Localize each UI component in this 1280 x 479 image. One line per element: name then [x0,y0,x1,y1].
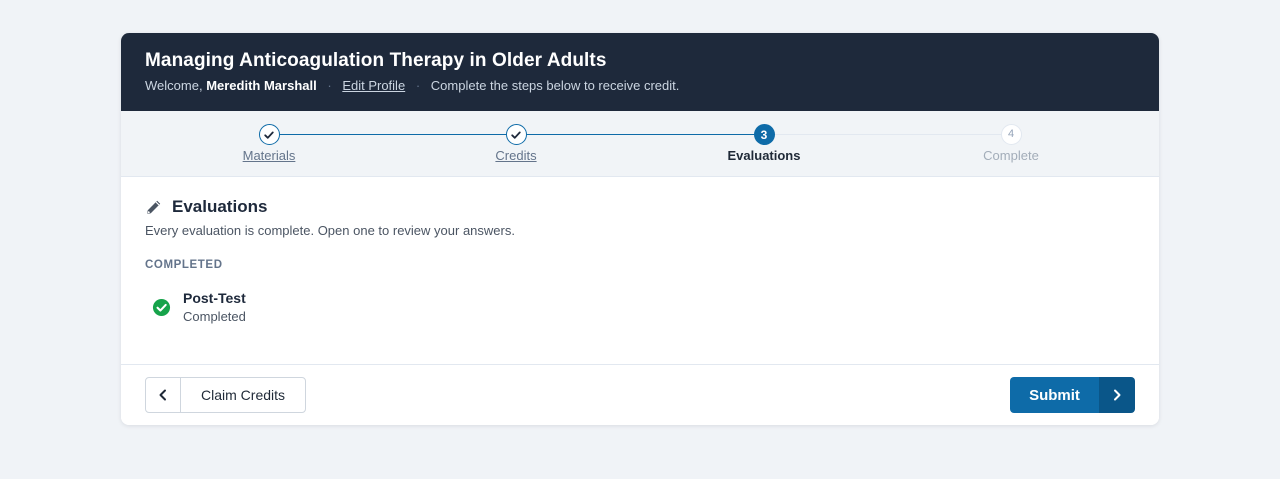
step-number: 3 [753,124,775,145]
header-subline: Welcome, Meredith Marshall · Edit Profil… [145,78,1135,94]
check-icon [505,124,527,145]
progress-stepper: Materials Credits 3 Evaluations 4 Comple… [121,111,1159,177]
separator: · [327,78,332,93]
step-number: 4 [1000,124,1022,145]
pencil-icon [147,200,161,214]
check-icon [258,124,280,145]
submit-button-group: Submit [1010,377,1135,413]
chevron-right-icon [1114,389,1121,401]
course-header: Managing Anticoagulation Therapy in Olde… [121,33,1159,111]
chevron-left-icon [159,389,166,401]
evaluation-item-text: Post-Test Completed [183,289,246,325]
separator: · [415,78,421,93]
back-button-group: Claim Credits [145,377,307,413]
step-label[interactable]: Credits [456,148,576,164]
submit-next-button[interactable] [1099,377,1135,413]
check-circle-icon [152,298,171,322]
welcome-text: Welcome, [145,78,203,93]
claim-credits-button[interactable]: Claim Credits [181,378,305,412]
section-description: Every evaluation is complete. Open one t… [145,223,515,238]
step-label: Evaluations [727,148,801,163]
group-label: COMPLETED [145,259,223,271]
evaluation-item-post-test[interactable]: Post-Test Completed [145,289,345,325]
user-name: Meredith Marshall [206,78,317,93]
step-credits[interactable]: Credits [456,124,576,164]
edit-profile-link[interactable]: Edit Profile [342,78,405,93]
evaluation-status: Completed [183,309,246,324]
course-card: Managing Anticoagulation Therapy in Olde… [121,33,1159,425]
step-materials[interactable]: Materials [209,124,329,164]
section-title-text: Evaluations [172,197,268,216]
step-evaluations: 3 Evaluations [704,124,824,164]
submit-button[interactable]: Submit [1010,377,1099,413]
page-title: Managing Anticoagulation Therapy in Olde… [145,50,607,71]
step-label[interactable]: Materials [209,148,329,164]
evaluations-section: Evaluations Every evaluation is complete… [121,177,1159,325]
footer-nav: Claim Credits Submit [121,364,1159,425]
step-complete: 4 Complete [951,124,1071,164]
back-button[interactable] [146,378,181,412]
section-title: Evaluations [145,197,1135,217]
instructions-text: Complete the steps below to receive cred… [430,78,680,93]
step-label: Complete [983,148,1039,163]
evaluation-title: Post-Test [183,290,246,306]
